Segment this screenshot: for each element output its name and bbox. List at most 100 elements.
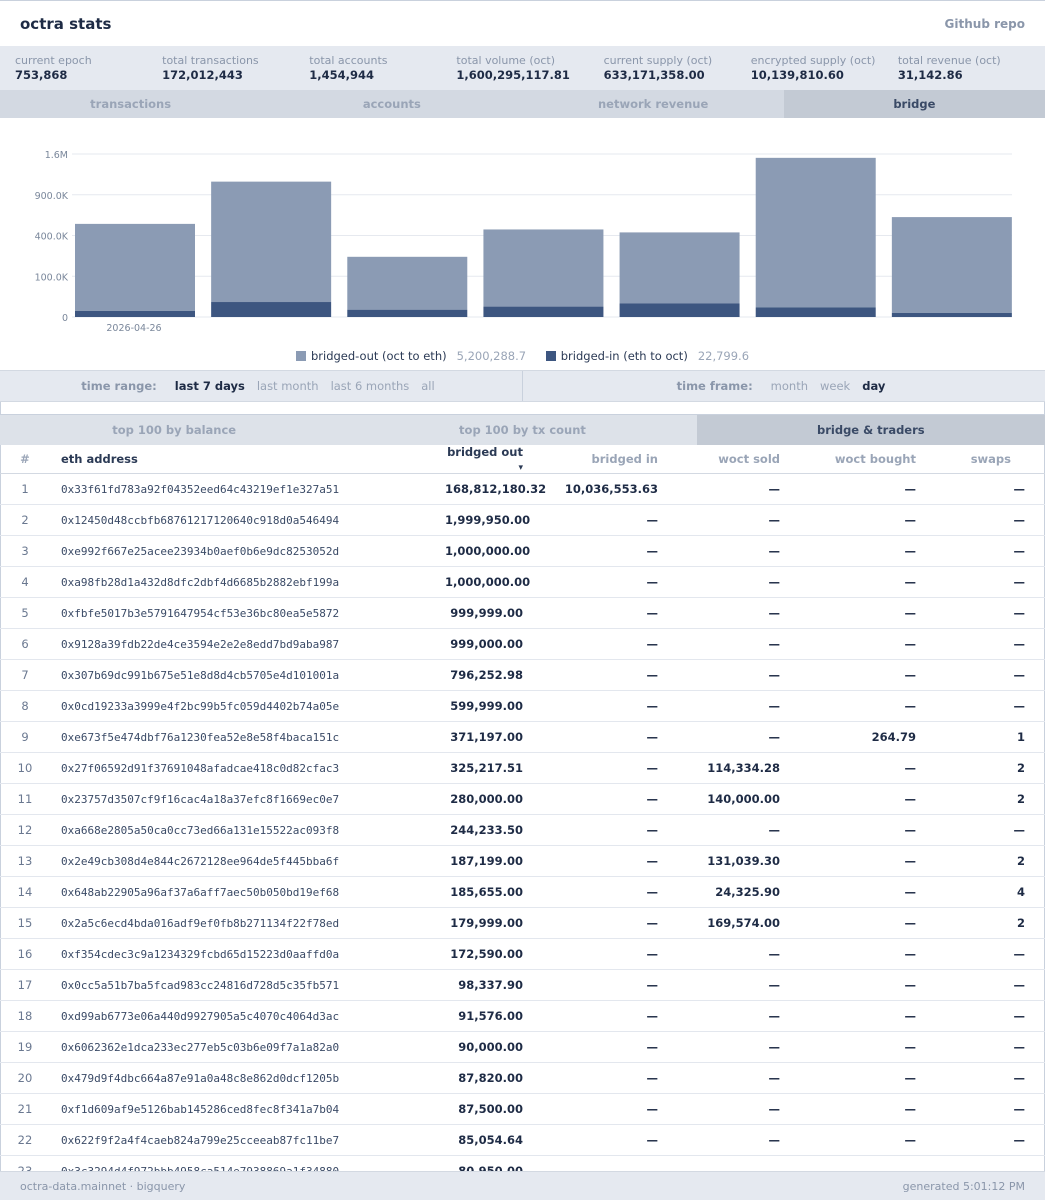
legend-item-bridged-in[interactable]: bridged-in (eth to oct) 22,799.6 — [545, 349, 749, 363]
tab-network-revenue[interactable]: network revenue — [523, 90, 784, 118]
table-row[interactable]: 7 0x307b69dc991b675e51e8d8d4cb5705e4d1010… — [0, 659, 1045, 691]
time-range-last-month[interactable]: last month — [257, 379, 319, 393]
table-row[interactable]: 8 0x0cd19233a3999e4f2bc99b5fc059d4402b74a… — [0, 690, 1045, 722]
tab-transactions[interactable]: transactions — [0, 90, 261, 118]
row-eth-address[interactable]: 0x12450d48ccbfb68761217120640c918d0a5464… — [50, 504, 445, 536]
table-row[interactable]: 14 0x648ab22905a96af37a6aff7aec50b050bd19… — [0, 876, 1045, 908]
bar-bridged-out[interactable] — [75, 223, 195, 311]
table-row[interactable]: 18 0xd99ab6773e06a440d9927905a5c4070c4064… — [0, 1000, 1045, 1032]
row-eth-address[interactable]: 0x0cc5a51b7ba5fcad983cc24816d728d5c35fb5… — [50, 969, 445, 1001]
row-eth-address[interactable]: 0x0cd19233a3999e4f2bc99b5fc059d4402b74a0… — [50, 690, 445, 722]
table-row[interactable]: 16 0xf354cdec3c9a1234329fcbd65d15223d0aaf… — [0, 938, 1045, 970]
table-row[interactable]: 22 0x622f9f2a4f4caeb824a799e25cceeab87fc1… — [0, 1124, 1045, 1156]
row-eth-address[interactable]: 0x479d9f4dbc664a87e91a0a48c8e862d0dcf120… — [50, 1062, 445, 1094]
table-row[interactable]: 11 0x23757d3507cf9f16cac4a18a37efc8f1669e… — [0, 783, 1045, 815]
tab-top-100-by-balance[interactable]: top 100 by balance — [0, 415, 348, 445]
table-row[interactable]: 4 0xa98fb28d1a432d8dfc2dbf4d6685b2882ebf1… — [0, 566, 1045, 598]
row-eth-address[interactable]: 0xe673f5e474dbf76a1230fea52e8e58f4baca15… — [50, 721, 445, 753]
row-eth-address[interactable]: 0xf354cdec3c9a1234329fcbd65d15223d0aaffd… — [50, 938, 445, 970]
bar-bridged-in[interactable] — [483, 306, 604, 317]
bar-bridged-in[interactable] — [755, 307, 876, 317]
time-frame-month[interactable]: month — [771, 379, 808, 393]
row-eth-address[interactable]: 0x9128a39fdb22de4ce3594e2e2e8edd7bd9aba9… — [50, 628, 445, 660]
bar-group[interactable] — [619, 232, 740, 317]
row-eth-address[interactable]: 0x307b69dc991b675e51e8d8d4cb5705e4d10100… — [50, 659, 445, 691]
github-repo-link[interactable]: Github repo — [945, 17, 1025, 31]
bar-group[interactable] — [891, 217, 1012, 317]
time-range-last-6-months[interactable]: last 6 months — [331, 379, 410, 393]
row-eth-address[interactable]: 0x27f06592d91f37691048afadcae418c0d82cfa… — [50, 752, 445, 784]
table-row[interactable]: 15 0x2a5c6ecd4bda016adf9ef0fb8b271134f22f… — [0, 907, 1045, 939]
row-eth-address[interactable]: 0x6062362e1dca233ec277eb5c03b6e09f7a1a82… — [50, 1031, 445, 1063]
tab-bridge[interactable]: bridge — [783, 90, 1045, 118]
row-eth-address[interactable]: 0x648ab22905a96af37a6aff7aec50b050bd19ef… — [50, 876, 445, 908]
row-swaps: — — [916, 659, 1045, 691]
col-header-swaps[interactable]: swaps — [916, 445, 1045, 474]
bar-group[interactable] — [755, 157, 876, 317]
col-header-rank[interactable]: # — [0, 445, 50, 474]
time-range-all[interactable]: all — [421, 379, 434, 393]
col-header-woct-sold[interactable]: woct sold — [658, 445, 780, 474]
row-eth-address[interactable]: 0x2a5c6ecd4bda016adf9ef0fb8b271134f22f78… — [50, 907, 445, 939]
table-row[interactable]: 10 0x27f06592d91f37691048afadcae418c0d82c… — [0, 752, 1045, 784]
table-row[interactable]: 19 0x6062362e1dca233ec277eb5c03b6e09f7a1a… — [0, 1031, 1045, 1063]
stat-value: 172,012,443 — [162, 68, 243, 82]
bar-bridged-in[interactable] — [891, 312, 1012, 317]
bar-bridged-in[interactable] — [347, 309, 468, 317]
tab-accounts[interactable]: accounts — [261, 90, 522, 118]
table-row[interactable]: 9 0xe673f5e474dbf76a1230fea52e8e58f4baca1… — [0, 721, 1045, 753]
table-row[interactable]: 12 0xa668e2805a50ca0cc73ed66a131e15522ac0… — [0, 814, 1045, 846]
bar-group[interactable] — [211, 181, 332, 317]
bridge-traders-table-wrap[interactable]: # eth address bridged out ▾ bridged in w… — [0, 445, 1045, 1171]
time-frame-day[interactable]: day — [862, 379, 885, 393]
col-header-woct-bought[interactable]: woct bought — [780, 445, 916, 474]
row-eth-address[interactable]: 0x23757d3507cf9f16cac4a18a37efc8f1669ec0… — [50, 783, 445, 815]
table-row[interactable]: 2 0x12450d48ccbfb68761217120640c918d0a546… — [0, 504, 1045, 536]
bar-bridged-in[interactable] — [619, 303, 740, 317]
row-bridged-out: 599,999.00 — [445, 690, 523, 722]
tab-bridge-traders[interactable]: bridge & traders — [696, 415, 1045, 445]
bar-bridged-out[interactable] — [483, 229, 604, 307]
time-range-last-7-days[interactable]: last 7 days — [175, 379, 245, 393]
bar-bridged-in[interactable] — [75, 310, 195, 317]
col-header-bridged-out[interactable]: bridged out ▾ — [445, 445, 523, 474]
bar-group[interactable] — [75, 223, 195, 317]
stat-label: total accounts — [309, 54, 388, 67]
col-header-bridged-in[interactable]: bridged in — [523, 445, 658, 474]
row-eth-address[interactable]: 0xfbfe5017b3e5791647954cf53e36bc80ea5e58… — [50, 597, 445, 629]
table-row[interactable]: 6 0x9128a39fdb22de4ce3594e2e2e8edd7bd9aba… — [0, 628, 1045, 660]
bar-bridged-out[interactable] — [619, 232, 740, 304]
table-row[interactable]: 20 0x479d9f4dbc664a87e91a0a48c8e862d0dcf1… — [0, 1062, 1045, 1094]
time-frame-week[interactable]: week — [820, 379, 850, 393]
bar-bridged-out[interactable] — [347, 256, 468, 310]
bar-bridged-out[interactable] — [755, 157, 876, 308]
row-eth-address[interactable]: 0xe992f667e25acee23934b0aef0b6e9dc825305… — [50, 535, 445, 567]
row-eth-address[interactable]: 0x3c3294d4f972bbb4958ca514e7938869a1f348… — [50, 1155, 445, 1171]
col-header-eth-address[interactable]: eth address — [50, 445, 445, 474]
bar-bridged-out[interactable] — [211, 181, 332, 303]
table-row[interactable]: 3 0xe992f667e25acee23934b0aef0b6e9dc82530… — [0, 535, 1045, 567]
table-row[interactable]: 23 0x3c3294d4f972bbb4958ca514e7938869a1f3… — [0, 1155, 1045, 1171]
legend-item-bridged-out[interactable]: bridged-out (oct to eth) 5,200,288.7 — [295, 349, 526, 363]
row-rank: 6 — [0, 628, 50, 660]
table-row[interactable]: 21 0xf1d609af9e5126bab145286ced8fec8f341a… — [0, 1093, 1045, 1125]
row-rank: 15 — [0, 907, 50, 939]
bar-group[interactable] — [347, 256, 468, 317]
stat-encrypted-supply: encrypted supply (oct) 10,139,810.60 — [751, 46, 898, 90]
bar-bridged-out[interactable] — [891, 217, 1012, 313]
row-bridged-in: — — [523, 1093, 658, 1125]
table-row[interactable]: 17 0x0cc5a51b7ba5fcad983cc24816d728d5c35f… — [0, 969, 1045, 1001]
row-eth-address[interactable]: 0xf1d609af9e5126bab145286ced8fec8f341a7b… — [50, 1093, 445, 1125]
table-row[interactable]: 13 0x2e49cb308d4e844c2672128ee964de5f445b… — [0, 845, 1045, 877]
row-eth-address[interactable]: 0x2e49cb308d4e844c2672128ee964de5f445bba… — [50, 845, 445, 877]
row-eth-address[interactable]: 0xa668e2805a50ca0cc73ed66a131e15522ac093… — [50, 814, 445, 846]
table-row[interactable]: 1 0x33f61fd783a92f04352eed64c43219ef1e327… — [0, 473, 1045, 505]
tab-top-100-by-tx-count[interactable]: top 100 by tx count — [348, 415, 696, 445]
table-row[interactable]: 5 0xfbfe5017b3e5791647954cf53e36bc80ea5e5… — [0, 597, 1045, 629]
row-eth-address[interactable]: 0xa98fb28d1a432d8dfc2dbf4d6685b2882ebf19… — [50, 566, 445, 598]
row-eth-address[interactable]: 0x33f61fd783a92f04352eed64c43219ef1e327a… — [50, 473, 445, 505]
bar-bridged-in[interactable] — [211, 302, 332, 317]
bar-group[interactable] — [483, 229, 604, 317]
row-eth-address[interactable]: 0xd99ab6773e06a440d9927905a5c4070c4064d3… — [50, 1000, 445, 1032]
row-eth-address[interactable]: 0x622f9f2a4f4caeb824a799e25cceeab87fc11b… — [50, 1124, 445, 1156]
